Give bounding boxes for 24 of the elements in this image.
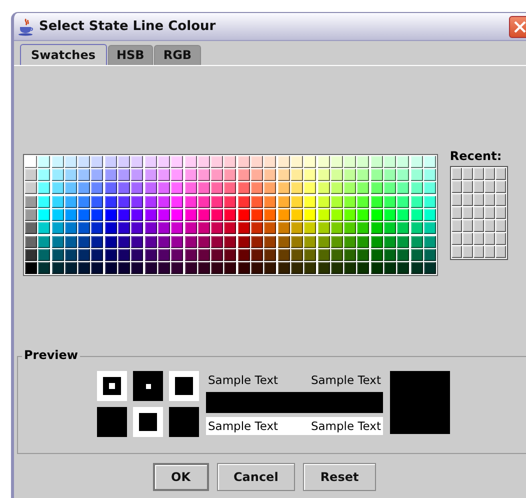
- preview-title: Preview: [22, 348, 80, 362]
- dialog-button[interactable]: Cancel: [216, 463, 296, 491]
- preview-swatch: [390, 371, 450, 434]
- recent-label: Recent:: [450, 148, 503, 162]
- tab[interactable]: Swatches: [20, 44, 106, 65]
- dialog-button[interactable]: OK: [153, 463, 208, 491]
- close-button[interactable]: [509, 16, 526, 38]
- dialog-button[interactable]: Reset: [303, 463, 376, 491]
- preview-square: [133, 371, 163, 401]
- sample-text: Sample Text: [208, 373, 278, 387]
- coffee-cup-icon: [17, 18, 35, 36]
- sample-text: Sample Text: [208, 419, 278, 433]
- preview-square: [133, 407, 163, 437]
- window-title: Select State Line Colour: [39, 19, 216, 34]
- preview-square: [97, 371, 127, 401]
- recent-swatch-grid[interactable]: [450, 166, 508, 260]
- preview-square: [169, 407, 199, 437]
- sample-text: Sample Text: [310, 373, 381, 387]
- preview-square: [169, 371, 199, 401]
- swatch-grid[interactable]: [23, 154, 438, 276]
- tab[interactable]: RGB: [154, 45, 201, 65]
- tab[interactable]: HSB: [108, 45, 154, 65]
- preview-square: [97, 407, 127, 437]
- sample-text: Sample Text: [310, 419, 381, 433]
